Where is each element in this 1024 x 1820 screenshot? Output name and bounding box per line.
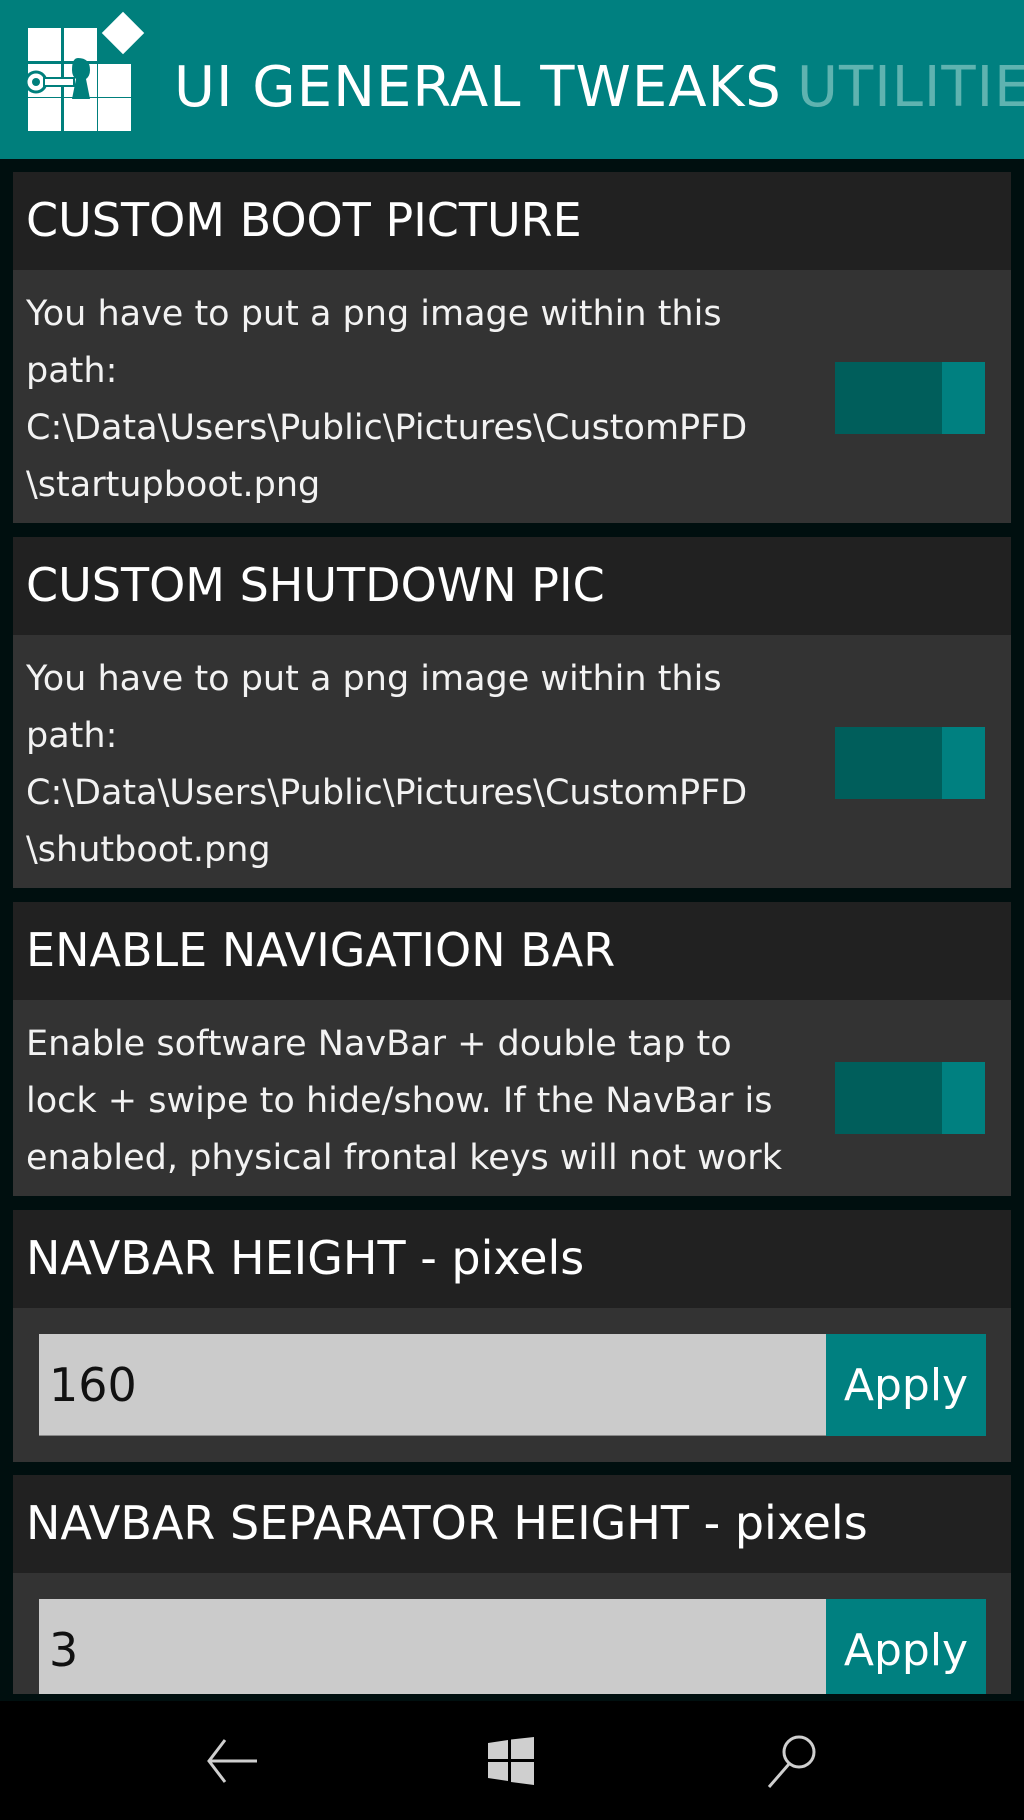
toggle-thumb [942, 362, 985, 434]
setting-custom-boot-picture: CUSTOM BOOT PICTURE You have to put a pn… [13, 172, 1011, 523]
setting-description: You have to put a png image within this … [26, 294, 748, 505]
navbar-separator-height-input[interactable] [39, 1599, 826, 1694]
key-lock-tiles-icon [24, 11, 145, 131]
setting-body: You have to put a png image within this … [13, 270, 1011, 523]
setting-title: CUSTOM BOOT PICTURE [26, 193, 582, 247]
navbar-separator-input-row: Apply [39, 1599, 986, 1694]
back-arrow-icon [207, 1739, 257, 1783]
search-button[interactable] [741, 1721, 841, 1801]
system-navigation-bar [0, 1701, 1024, 1820]
toggle-thumb [942, 1062, 985, 1134]
tab-utilities[interactable]: UTILITIES [797, 48, 1024, 128]
setting-navbar-separator-height: NAVBAR SEPARATOR HEIGHT - pixels Apply [13, 1475, 1011, 1694]
setting-header: NAVBAR SEPARATOR HEIGHT - pixels [13, 1475, 1011, 1573]
setting-enable-navigation-bar: ENABLE NAVIGATION BAR Enable software Na… [13, 902, 1011, 1196]
setting-header: NAVBAR HEIGHT - pixels [13, 1210, 1011, 1308]
setting-navbar-height: NAVBAR HEIGHT - pixels Apply [13, 1210, 1011, 1462]
navbar-height-input-row: Apply [39, 1334, 986, 1436]
navbar-separator-apply-button[interactable]: Apply [826, 1599, 986, 1694]
tab-ui-general-tweaks[interactable]: UI GENERAL TWEAKS [174, 48, 782, 128]
setting-body: Enable software NavBar + double tap to l… [13, 1000, 1011, 1196]
setting-body: Apply [13, 1573, 1011, 1694]
back-button[interactable] [183, 1721, 283, 1801]
app-logo [0, 0, 160, 159]
setting-description: Enable software NavBar + double tap to l… [26, 1024, 782, 1178]
setting-body: You have to put a png image within this … [13, 635, 1011, 888]
navbar-height-input[interactable] [39, 1334, 826, 1436]
setting-title: NAVBAR HEIGHT - pixels [26, 1231, 585, 1285]
home-button[interactable] [461, 1721, 561, 1801]
app-header: UI GENERAL TWEAKS UTILITIES [0, 0, 1024, 159]
custom-boot-picture-toggle[interactable] [835, 362, 985, 434]
enable-navigation-bar-toggle[interactable] [835, 1062, 985, 1134]
toggle-thumb [942, 727, 985, 799]
windows-logo-icon [488, 1737, 534, 1785]
search-icon [767, 1735, 816, 1788]
navbar-height-apply-button[interactable]: Apply [826, 1334, 986, 1436]
custom-shutdown-pic-toggle[interactable] [835, 727, 985, 799]
setting-header: ENABLE NAVIGATION BAR [13, 902, 1011, 1000]
setting-header: CUSTOM BOOT PICTURE [13, 172, 1011, 270]
setting-description: You have to put a png image within this … [26, 659, 748, 870]
setting-title: ENABLE NAVIGATION BAR [26, 923, 616, 977]
setting-title: CUSTOM SHUTDOWN PIC [26, 558, 605, 612]
setting-custom-shutdown-pic: CUSTOM SHUTDOWN PIC You have to put a pn… [13, 537, 1011, 888]
setting-body: Apply [13, 1308, 1011, 1462]
setting-header: CUSTOM SHUTDOWN PIC [13, 537, 1011, 635]
settings-list[interactable]: CUSTOM BOOT PICTURE You have to put a pn… [0, 159, 1024, 1694]
setting-title: NAVBAR SEPARATOR HEIGHT - pixels [26, 1496, 868, 1550]
